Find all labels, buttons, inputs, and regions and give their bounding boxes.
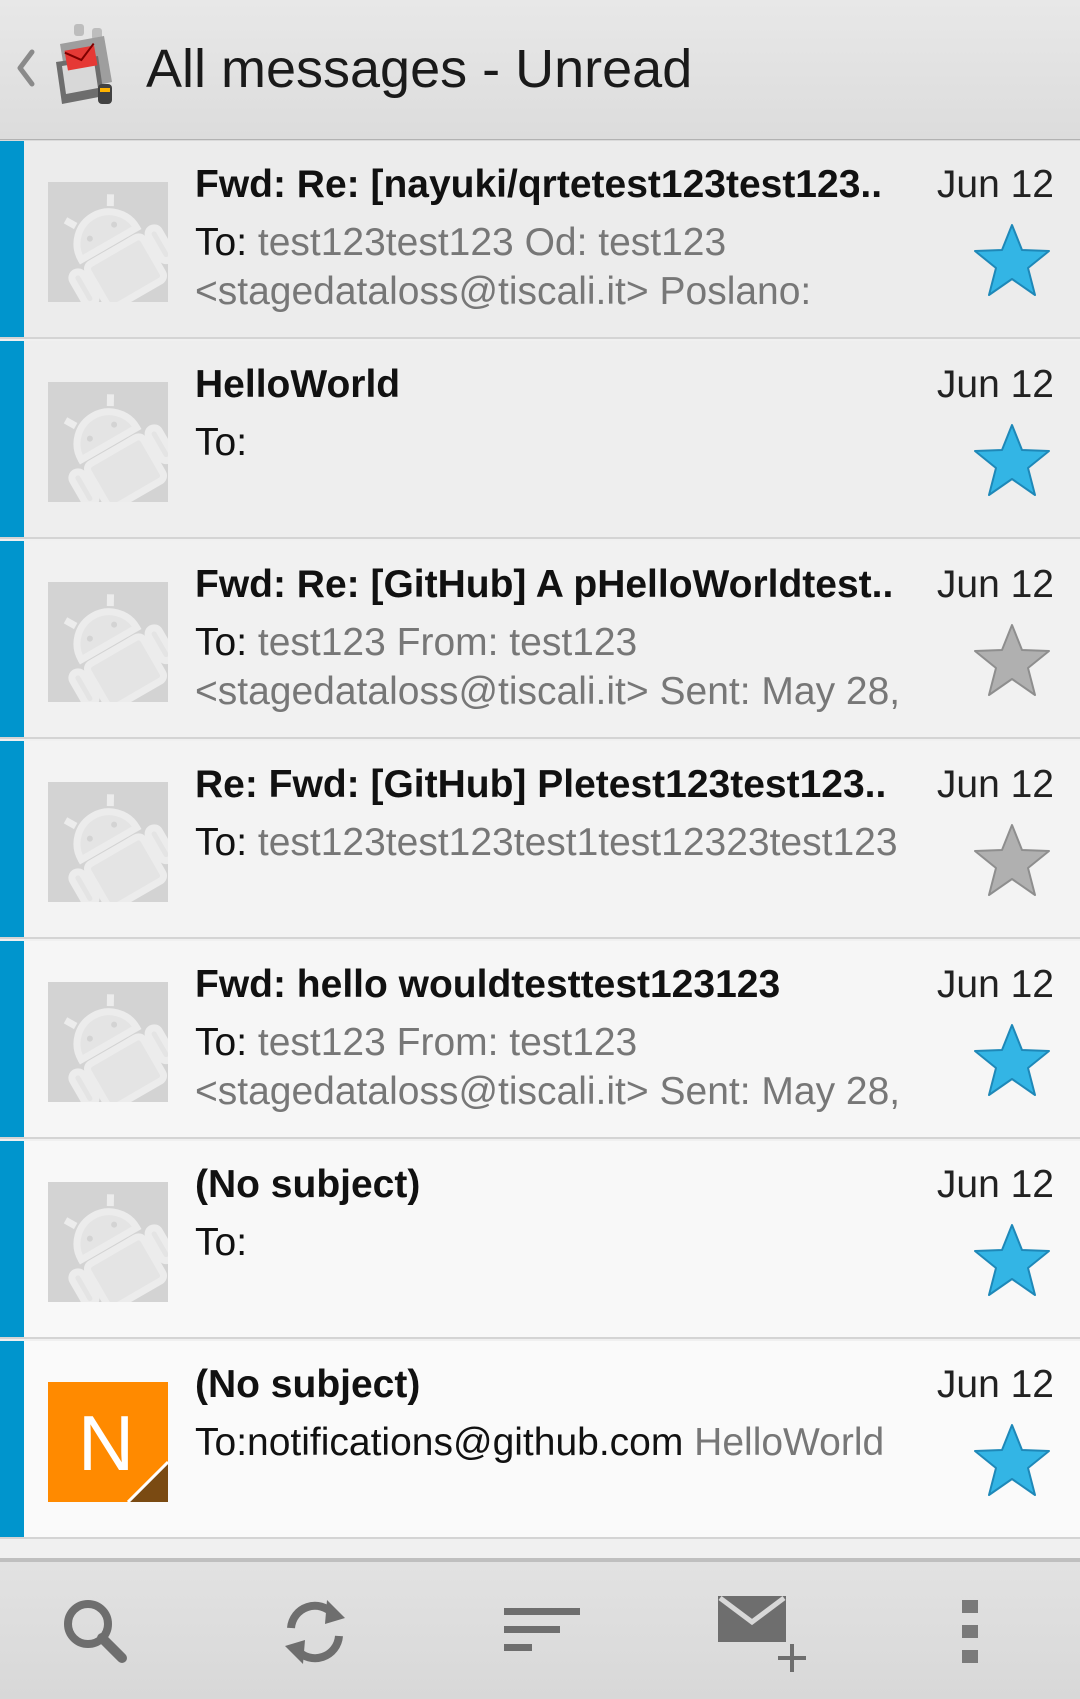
unread-indicator-bar [0,141,24,337]
action-bar: All messages - Unread [0,0,1080,145]
star-filled-icon[interactable] [972,221,1052,301]
message-preview: To: [195,1218,955,1267]
preview-snippet: test123 From: test123 <stagedataloss@tis… [195,621,901,713]
app-logo-icon [56,24,112,104]
contact-avatar[interactable] [48,1182,168,1302]
overflow-menu-icon [962,1600,978,1663]
message-date: Jun 12 [936,963,1054,1006]
message-row[interactable]: Fwd: Re: [nayuki/qrtetest123test123.. Jun… [0,141,1080,339]
star-outline-icon[interactable] [972,621,1052,701]
contact-avatar[interactable]: N [48,1382,168,1502]
message-preview: To: [195,418,955,467]
message-subject: Fwd: Re: [GitHub] A pHelloWorldtest.. [195,563,894,606]
sort-button[interactable] [480,1562,600,1699]
contact-avatar[interactable] [48,982,168,1102]
sort-icon [504,1608,580,1651]
message-preview: To: test123 From: test123 <stagedataloss… [195,618,955,716]
avatar-letter: N [78,1399,134,1487]
preview-snippet: test123test123test1test12323test123 [247,821,898,864]
message-preview: To: test123test123test1test12323test123 [195,818,955,867]
contact-avatar[interactable] [48,582,168,702]
contact-avatar[interactable] [48,382,168,502]
compose-button[interactable] [698,1562,818,1699]
message-row[interactable]: N (No subject) Jun 12 To:notifications@gith… [0,1341,1080,1539]
bottom-toolbar [0,1558,1080,1699]
unread-indicator-bar [0,1141,24,1337]
message-row[interactable]: (No subject) Jun 12 To: [0,1141,1080,1339]
unread-indicator-bar [0,941,24,1137]
message-date: Jun 12 [936,1163,1054,1206]
preview-snippet: test123test123 Od: test123 <stagedatalos… [195,221,812,313]
message-preview: To: test123 From: test123 <stagedataloss… [195,1018,955,1116]
message-subject: Re: Fwd: [GitHub] Pletest123test123.. [195,763,887,806]
compose-icon [718,1596,806,1672]
unread-indicator-bar [0,1341,24,1537]
recipient-label: To: [195,1021,248,1064]
page-title: All messages - Unread [146,39,693,99]
message-preview: To: test123test123 Od: test123 <stagedat… [195,218,955,316]
recipient-label: To: [195,421,248,464]
message-row[interactable]: HelloWorld Jun 12 To: [0,341,1080,539]
android-placeholder-icon [48,382,168,502]
search-button[interactable] [36,1562,156,1699]
contact-avatar[interactable] [48,782,168,902]
message-date: Jun 12 [936,163,1054,206]
recipient-label: To: [195,221,248,264]
message-preview: To:notifications@github.com HelloWorld [195,1418,955,1467]
message-date: Jun 12 [936,763,1054,806]
recipient-label: To:notifications@github.com [195,1421,684,1464]
message-list: Fwd: Re: [nayuki/qrtetest123test123.. Jun… [0,141,1080,1558]
refresh-button[interactable] [255,1562,375,1699]
message-date: Jun 12 [936,1363,1054,1406]
unread-indicator-bar [0,541,24,737]
recipient-label: To: [195,1221,248,1264]
refresh-icon [285,1600,345,1664]
message-date: Jun 12 [936,563,1054,606]
star-filled-icon[interactable] [972,1421,1052,1501]
android-placeholder-icon [48,182,168,302]
android-placeholder-icon [48,1182,168,1302]
message-subject: Fwd: Re: [nayuki/qrtetest123test123.. [195,163,883,206]
letter-avatar-icon: N [48,1382,168,1502]
unread-indicator-bar [0,741,24,937]
contact-avatar[interactable] [48,182,168,302]
star-outline-icon[interactable] [972,821,1052,901]
message-subject: (No subject) [195,1163,421,1206]
overflow-menu-button[interactable] [930,1562,1050,1699]
android-placeholder-icon [48,782,168,902]
recipient-label: To: [195,821,248,864]
back-caret-icon [17,49,35,87]
message-row[interactable]: Fwd: hello wouldtesttest123123 Jun 12 To: … [0,941,1080,1139]
recipient-label: To: [195,621,248,664]
android-placeholder-icon [48,582,168,702]
preview-snippet: HelloWorld [683,1421,885,1464]
unread-indicator-bar [0,341,24,537]
message-row[interactable]: Re: Fwd: [GitHub] Pletest123test123.. Jun… [0,741,1080,939]
message-row[interactable]: Fwd: Re: [GitHub] A pHelloWorldtest.. Jun… [0,541,1080,739]
star-filled-icon[interactable] [972,421,1052,501]
message-subject: Fwd: hello wouldtesttest123123 [195,963,781,1006]
preview-snippet: test123 From: test123 <stagedataloss@tis… [195,1021,901,1113]
search-icon [64,1600,127,1663]
android-placeholder-icon [48,982,168,1102]
message-subject: HelloWorld [195,363,401,406]
message-subject: (No subject) [195,1363,421,1406]
up-navigation-button[interactable] [0,0,130,140]
message-date: Jun 12 [936,363,1054,406]
star-filled-icon[interactable] [972,1021,1052,1101]
star-filled-icon[interactable] [972,1221,1052,1301]
